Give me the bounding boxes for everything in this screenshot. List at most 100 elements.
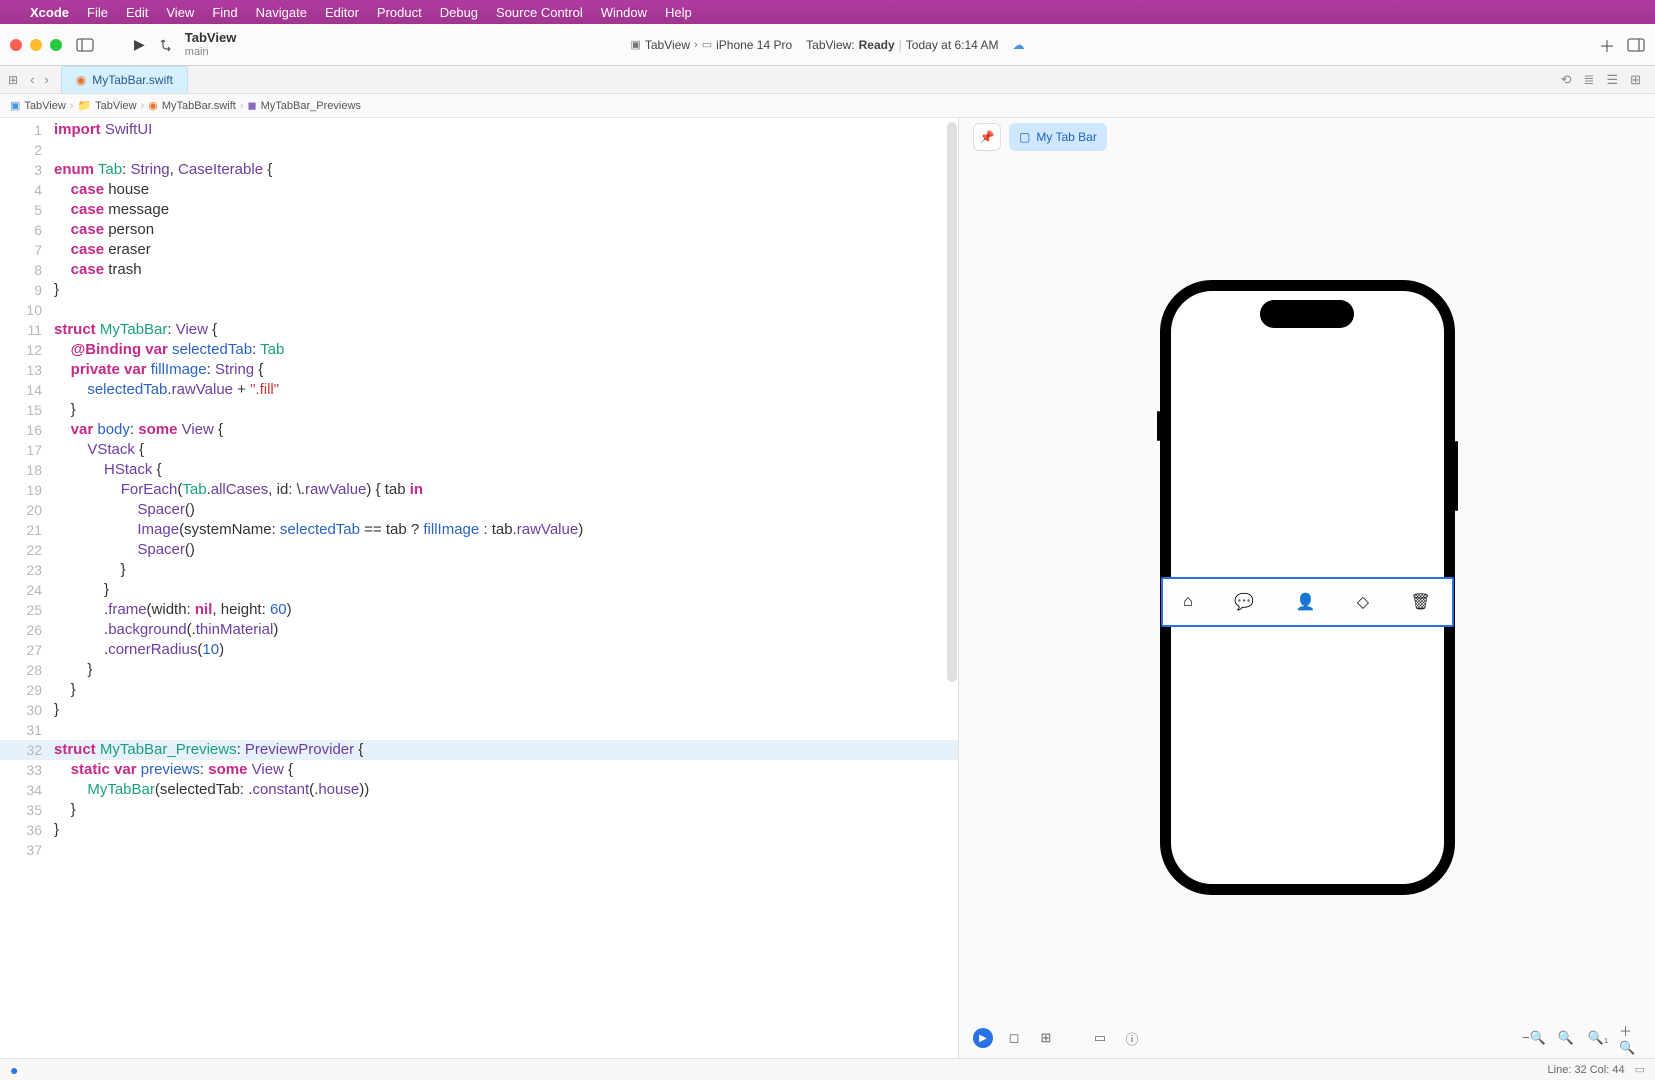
code-line[interactable]: 18 HStack { xyxy=(0,460,958,480)
adjust-editor-icon[interactable]: ☰ xyxy=(1606,72,1618,88)
line-content[interactable]: case message xyxy=(54,200,958,220)
code-line[interactable]: 35 } xyxy=(0,800,958,820)
code-line[interactable]: 16 var body: some View { xyxy=(0,420,958,440)
line-content[interactable]: } xyxy=(54,700,958,720)
zoom-actual-icon[interactable]: 🔍₁ xyxy=(1587,1027,1609,1049)
zoom-in-icon[interactable]: ＋🔍 xyxy=(1619,1027,1641,1049)
trash-icon[interactable]: 🗑︎ xyxy=(1410,592,1430,612)
add-icon[interactable]: ＋ xyxy=(1599,33,1615,57)
code-line[interactable]: 19 ForEach(Tab.allCases, id: \.rawValue)… xyxy=(0,480,958,500)
line-content[interactable]: } xyxy=(54,400,958,420)
line-content[interactable]: Image(systemName: selectedTab == tab ? f… xyxy=(54,520,958,540)
line-content[interactable]: case trash xyxy=(54,260,958,280)
zoom-fit-icon[interactable]: 🔍 xyxy=(1555,1027,1577,1049)
code-line[interactable]: 25 .frame(width: nil, height: 60) xyxy=(0,600,958,620)
menu-window[interactable]: Window xyxy=(601,5,647,20)
menu-edit[interactable]: Edit xyxy=(126,5,148,20)
code-line[interactable]: 27 .cornerRadius(10) xyxy=(0,640,958,660)
menu-editor[interactable]: Editor xyxy=(325,5,359,20)
line-content[interactable]: } xyxy=(54,800,958,820)
filter-icon[interactable]: ● xyxy=(10,1062,18,1078)
related-items-icon[interactable]: ⊞ xyxy=(8,73,18,87)
line-content[interactable]: enum Tab: String, CaseIterable { xyxy=(54,160,958,180)
line-content[interactable]: struct MyTabBar_Previews: PreviewProvide… xyxy=(54,740,958,760)
code-line[interactable]: 29 } xyxy=(0,680,958,700)
crumb-3[interactable]: MyTabBar_Previews xyxy=(261,100,361,112)
back-icon[interactable]: ‹ xyxy=(30,72,34,87)
line-content[interactable]: private var fillImage: String { xyxy=(54,360,958,380)
variants-icon[interactable]: ⊞ xyxy=(1035,1027,1057,1049)
minimap-icon[interactable]: ≣ xyxy=(1584,72,1595,88)
run-icon[interactable]: ▶ xyxy=(134,36,145,53)
refresh-icon[interactable]: ⟲ xyxy=(1561,72,1572,88)
scrollbar-thumb[interactable] xyxy=(947,122,957,682)
line-content[interactable] xyxy=(54,140,958,160)
pin-preview-icon[interactable]: 📌 xyxy=(973,123,1001,151)
code-line[interactable]: 7 case eraser xyxy=(0,240,958,260)
line-content[interactable] xyxy=(54,840,958,860)
code-line[interactable]: 14 selectedTab.rawValue + ".fill" xyxy=(0,380,958,400)
code-line[interactable]: 32struct MyTabBar_Previews: PreviewProvi… xyxy=(0,740,958,760)
line-content[interactable]: Spacer() xyxy=(54,500,958,520)
line-content[interactable]: } xyxy=(54,820,958,840)
message-icon[interactable]: 💬 xyxy=(1234,592,1254,612)
code-line[interactable]: 23 } xyxy=(0,560,958,580)
code-line[interactable]: 33 static var previews: some View { xyxy=(0,760,958,780)
line-content[interactable]: case eraser xyxy=(54,240,958,260)
line-content[interactable]: HStack { xyxy=(54,460,958,480)
line-content[interactable]: var body: some View { xyxy=(54,420,958,440)
menu-product[interactable]: Product xyxy=(377,5,422,20)
code-line[interactable]: 3enum Tab: String, CaseIterable { xyxy=(0,160,958,180)
line-content[interactable]: .frame(width: nil, height: 60) xyxy=(54,600,958,620)
line-content[interactable]: case person xyxy=(54,220,958,240)
menu-view[interactable]: View xyxy=(166,5,194,20)
code-line[interactable]: 4 case house xyxy=(0,180,958,200)
code-line[interactable]: 31 xyxy=(0,720,958,740)
crumb-0[interactable]: TabView xyxy=(24,100,65,112)
line-content[interactable]: } xyxy=(54,280,958,300)
line-content[interactable]: } xyxy=(54,660,958,680)
line-content[interactable]: static var previews: some View { xyxy=(54,760,958,780)
menu-find[interactable]: Find xyxy=(212,5,237,20)
code-line[interactable]: 6 case person xyxy=(0,220,958,240)
code-line[interactable]: 22 Spacer() xyxy=(0,540,958,560)
menu-source-control[interactable]: Source Control xyxy=(496,5,583,20)
line-content[interactable]: } xyxy=(54,580,958,600)
cloud-status-icon[interactable]: ☁︎ xyxy=(1013,38,1025,52)
code-line[interactable]: 10 xyxy=(0,300,958,320)
crumb-1[interactable]: TabView xyxy=(95,100,136,112)
code-line[interactable]: 15 } xyxy=(0,400,958,420)
code-line[interactable]: 34 MyTabBar(selectedTab: .constant(.hous… xyxy=(0,780,958,800)
code-area[interactable]: 1import SwiftUI23enum Tab: String, CaseI… xyxy=(0,118,958,860)
device-stage[interactable]: ⌂ 💬 👤 ◇ 🗑︎ xyxy=(959,156,1655,1018)
line-content[interactable]: VStack { xyxy=(54,440,958,460)
document-icon[interactable]: ▭ xyxy=(1635,1063,1645,1076)
line-content[interactable]: import SwiftUI xyxy=(54,120,958,140)
live-preview-icon[interactable]: ▶ xyxy=(973,1028,993,1048)
menu-help[interactable]: Help xyxy=(665,5,692,20)
code-line[interactable]: 37 xyxy=(0,840,958,860)
preview-info-icon[interactable]: ⓘ xyxy=(1121,1027,1143,1049)
source-editor[interactable]: 1import SwiftUI23enum Tab: String, CaseI… xyxy=(0,118,958,1058)
code-line[interactable]: 28 } xyxy=(0,660,958,680)
close-window-icon[interactable] xyxy=(10,39,22,51)
code-line[interactable]: 36} xyxy=(0,820,958,840)
line-content[interactable]: .cornerRadius(10) xyxy=(54,640,958,660)
line-content[interactable]: @Binding var selectedTab: Tab xyxy=(54,340,958,360)
file-tab[interactable]: ◉ MyTabBar.swift xyxy=(61,66,188,93)
code-line[interactable]: 2 xyxy=(0,140,958,160)
code-line[interactable]: 30} xyxy=(0,700,958,720)
code-line[interactable]: 9} xyxy=(0,280,958,300)
code-line[interactable]: 24 } xyxy=(0,580,958,600)
line-content[interactable]: MyTabBar(selectedTab: .constant(.house)) xyxy=(54,780,958,800)
jump-bar[interactable]: ▣ TabView › 📁 TabView › ◉ MyTabBar.swift… xyxy=(0,94,1655,118)
add-editor-icon[interactable]: ⊞ xyxy=(1630,72,1641,88)
selectable-icon[interactable]: ◻︎ xyxy=(1003,1027,1025,1049)
menu-navigate[interactable]: Navigate xyxy=(256,5,307,20)
code-line[interactable]: 5 case message xyxy=(0,200,958,220)
code-line[interactable]: 26 .background(.thinMaterial) xyxy=(0,620,958,640)
zoom-out-icon[interactable]: −🔍 xyxy=(1523,1027,1545,1049)
line-content[interactable] xyxy=(54,300,958,320)
line-content[interactable]: ForEach(Tab.allCases, id: \.rawValue) { … xyxy=(54,480,958,500)
line-content[interactable]: } xyxy=(54,680,958,700)
